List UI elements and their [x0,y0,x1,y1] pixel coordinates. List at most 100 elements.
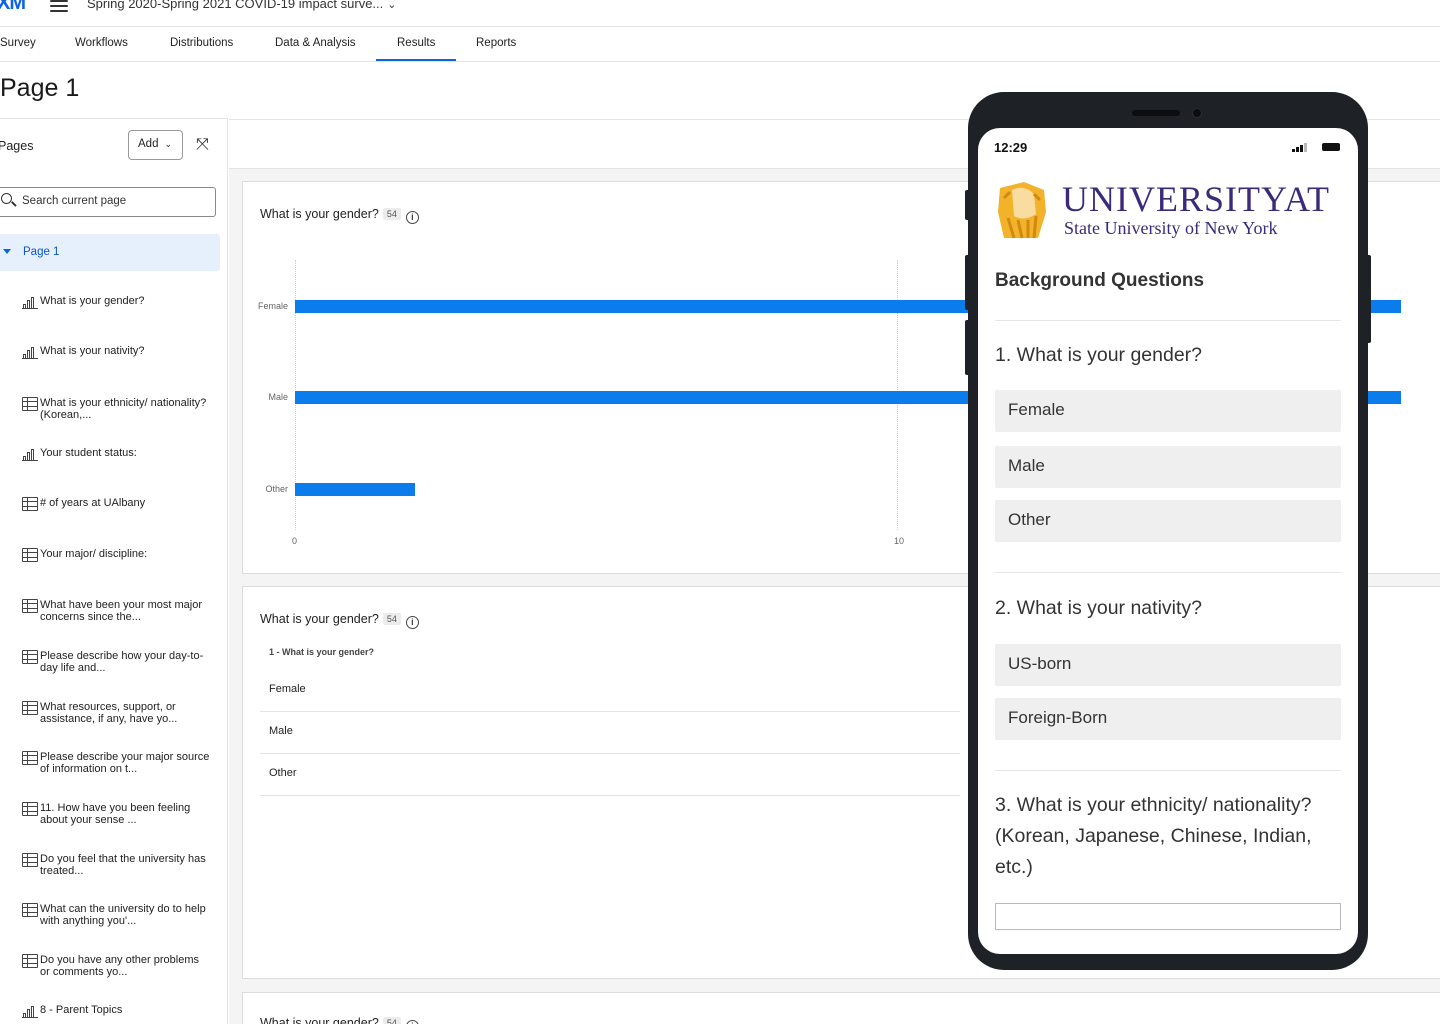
divider [995,320,1341,321]
table-icon [22,802,38,816]
sidebar-item-label: What can the university do to help with … [40,903,206,927]
sidebar-item-label: Do you feel that the university has trea… [40,853,206,877]
chevron-down-icon: ⌄ [164,139,173,149]
page-title: Page 1 [0,74,80,102]
question-3-text: 3. What is your ethnicity/ nationality? … [995,794,1312,878]
pages-sidebar: Pages Add ⌄ ⤧ Search current page Page 1 … [0,118,228,1024]
table-header: 1 - What is your gender? [269,647,375,657]
status-time: 12:29 [994,140,1028,155]
phone-camera [1192,108,1202,118]
option-us-born[interactable]: US-born [995,644,1341,686]
card-title: What is your gender?54 i [260,1016,419,1024]
chevron-down-icon: ⌄ [387,0,397,11]
sidebar-item-label: 11. How have you been feeling about your… [40,802,191,826]
bar-chart-icon [22,295,38,309]
table-icon [22,751,38,765]
phone-speaker [1132,110,1180,116]
category-label: Male [268,392,288,402]
question-2-text: 2. What is your nativity? [995,597,1202,619]
option-male[interactable]: Male [995,446,1341,488]
table-icon [22,853,38,867]
option-foreign-born[interactable]: Foreign-Born [995,698,1341,740]
sidebar-item-label: Your student status: [40,447,137,459]
table-cell: Male [269,725,293,737]
category-label: Other [265,484,288,494]
table-icon [22,954,38,968]
card-title: What is your gender?54 i [260,612,419,629]
search-icon [1,193,12,204]
x-tick-label: 10 [894,536,905,546]
bar-chart-icon [22,345,38,359]
table-icon [22,397,38,411]
search-placeholder: Search current page [22,195,127,207]
response-count-badge: 54 [382,613,401,625]
search-input[interactable]: Search current page [0,187,216,217]
signal-icon [1292,142,1308,152]
university-logo-icon [998,182,1046,239]
add-label: Add [138,138,159,150]
mobile-preview: 12:29 UNIVERSITYAT State University of N… [968,92,1368,970]
tab-reports[interactable]: Reports [476,37,516,49]
bar-chart-icon [22,447,38,461]
divider [995,572,1341,573]
xm-logo[interactable]: XM [0,0,26,15]
option-female[interactable]: Female [995,390,1341,432]
section-title: Background Questions [995,270,1205,291]
top-bar: XM Spring 2020-Spring 2021 COVID-19 impa… [0,0,1440,27]
table-icon [22,599,38,613]
sidebar-item-label: What have been your most major concerns … [40,599,203,623]
sidebar-item-label: Please describe how your day-to-day life… [40,650,204,674]
tab-distributions[interactable]: Distributions [170,37,233,49]
table-icon [22,548,38,562]
sidebar-item-label: 8 - Parent Topics [40,1004,123,1016]
tab-results[interactable]: Results [397,37,435,49]
question-1-text: 1. What is your gender? [995,344,1203,366]
category-label: Female [257,301,288,311]
table-icon [22,903,38,917]
sidebar-item-label: Do you have any other problems or commen… [40,954,199,978]
tab-workflows[interactable]: Workflows [75,37,128,49]
card-title-text: What is your gender? [260,612,379,626]
divider [995,770,1341,771]
sidebar-item-label: What resources, support, or assistance, … [40,701,178,725]
sidebar-item-label: Please describe your major source of inf… [40,751,210,775]
survey-title-dropdown[interactable]: Spring 2020-Spring 2021 COVID-19 impact … [87,0,396,11]
mobile-screen: 12:29 UNIVERSITYAT State University of N… [978,128,1358,954]
option-other[interactable]: Other [995,500,1341,542]
sidebar-item-label: What is your nativity? [40,345,145,357]
university-subtitle: State University of New York [1064,218,1278,238]
page-label: Page 1 [23,246,60,258]
ethnicity-text-input[interactable] [995,903,1341,930]
info-icon[interactable]: i [405,1020,419,1024]
table-row: Other [260,754,960,796]
table-row: Male [260,712,960,754]
unpin-icon[interactable]: ⤧ [196,136,209,154]
sidebar-item-page-1[interactable]: Page 1 [0,234,220,271]
bar-chart-icon [22,1004,38,1018]
survey-title: Spring 2020-Spring 2021 COVID-19 impact … [87,0,384,11]
table-icon [22,497,38,511]
nav-tabs: Survey Workflows Distributions Data & An… [0,27,1440,62]
active-tab-indicator [376,59,456,61]
menu-icon[interactable] [50,0,68,12]
sidebar-item-label: Your major/ discipline: [40,548,148,560]
sidebar-item-label: What is your ethnicity/ nationality? (Ko… [40,397,207,421]
bar-other[interactable] [295,483,416,496]
add-page-button[interactable]: Add ⌄ [128,130,183,160]
pages-label: Pages [0,139,34,153]
university-name: UNIVERSITYAT [1062,179,1330,219]
table-icon [22,701,38,715]
x-tick-label: 0 [292,536,298,546]
info-icon[interactable]: i [405,616,419,629]
table-cell: Other [269,767,297,779]
caret-down-icon[interactable] [3,249,11,254]
result-card-gender-3[interactable]: What is your gender?54 i [242,992,1440,1024]
tab-survey[interactable]: Survey [0,37,36,49]
sidebar-item-label: What is your gender? [40,295,145,307]
response-count-badge: 54 [382,1017,401,1024]
table-cell: Female [269,683,306,695]
tab-data-analysis[interactable]: Data & Analysis [275,37,356,49]
table-icon [22,650,38,664]
table-row: Female [260,670,960,712]
card-title-text: What is your gender? [260,1016,379,1024]
